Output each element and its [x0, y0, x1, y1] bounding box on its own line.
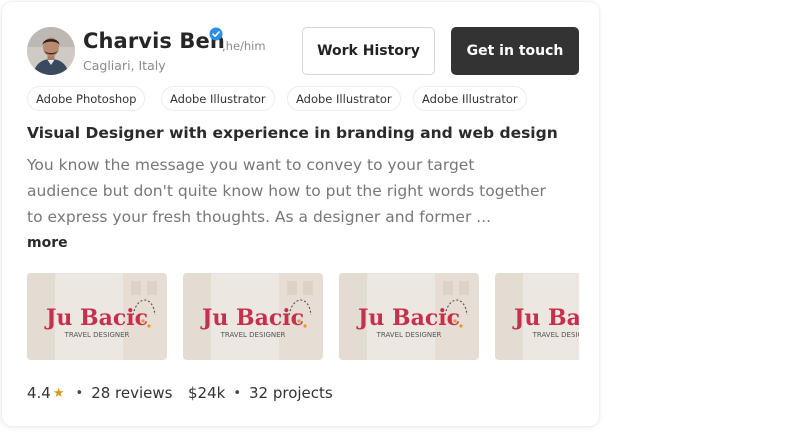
portfolio-title: Ju Bacic	[512, 305, 579, 331]
verified-badge-icon	[209, 27, 223, 41]
separator-dot: •	[233, 385, 241, 401]
rating-group: 4.4 ★ • 28 reviews	[27, 384, 172, 402]
portfolio-title: Ju Bacic	[356, 305, 460, 331]
skill-tag[interactable]: Adobe Illustrator	[413, 86, 527, 111]
portfolio-subtitle: TRAVEL DESIGNER	[376, 331, 442, 339]
work-history-button[interactable]: Work History	[302, 27, 435, 75]
location: Cagliari, Italy	[83, 58, 166, 73]
portfolio-subtitle: TRAVEL DESIGNER	[220, 331, 286, 339]
freelancer-card: Charvis Ben ,he/him Cagliari, Italy Work…	[2, 2, 599, 426]
portfolio-image: Ju Bacic TRAVEL DESIGNER	[183, 273, 323, 360]
portfolio-thumbnail[interactable]: Ju Bacic TRAVEL DESIGNER	[495, 273, 579, 360]
portfolio-subtitle: TRAVEL DESIGNER	[532, 331, 579, 339]
pronouns: ,he/him	[222, 39, 266, 53]
earnings-group: $24k • 32 projects	[188, 384, 333, 402]
description-line: You know the message you want to convey …	[27, 156, 475, 174]
description-line: audience but don't quite know how to put…	[27, 182, 546, 200]
portfolio-thumbnail[interactable]: Ju Bacic TRAVEL DESIGNER	[27, 273, 167, 360]
avatar[interactable]	[27, 27, 75, 75]
profile-description: You know the message you want to convey …	[27, 152, 582, 230]
avatar-image	[27, 27, 75, 75]
profile-headline: Visual Designer with experience in brand…	[27, 124, 558, 142]
skill-tag[interactable]: Adobe Illustrator	[287, 86, 401, 111]
separator-dot: •	[75, 385, 84, 401]
profile-name[interactable]: Charvis Ben	[83, 29, 225, 53]
star-icon: ★	[52, 385, 65, 401]
rating-value: 4.4	[27, 384, 51, 402]
skill-tag[interactable]: Adobe Photoshop	[27, 86, 146, 111]
portfolio-subtitle: TRAVEL DESIGNER	[64, 331, 130, 339]
more-link[interactable]: more	[27, 235, 68, 251]
projects-count: 32 projects	[249, 384, 333, 402]
description-line: to express your fresh thoughts. As a des…	[27, 208, 492, 226]
portfolio-thumbnail[interactable]: Ju Bacic TRAVEL DESIGNER	[183, 273, 323, 360]
portfolio-title: Ju Bacic	[44, 305, 148, 331]
portfolio-image: Ju Bacic TRAVEL DESIGNER	[339, 273, 479, 360]
portfolio-thumbnail[interactable]: Ju Bacic TRAVEL DESIGNER	[339, 273, 479, 360]
portfolio-title: Ju Bacic	[200, 305, 304, 331]
get-in-touch-button[interactable]: Get in touch	[451, 27, 579, 75]
rate-value: $24k	[188, 384, 226, 402]
portfolio-image: Ju Bacic TRAVEL DESIGNER	[27, 273, 167, 360]
portfolio-image: Ju Bacic TRAVEL DESIGNER	[495, 273, 579, 360]
skill-tag[interactable]: Adobe Illustrator	[161, 86, 275, 111]
reviews-count[interactable]: 28 reviews	[91, 384, 172, 402]
portfolio-gallery: Ju Bacic TRAVEL DESIGNER Ju Bacic TRAVEL…	[27, 273, 579, 360]
